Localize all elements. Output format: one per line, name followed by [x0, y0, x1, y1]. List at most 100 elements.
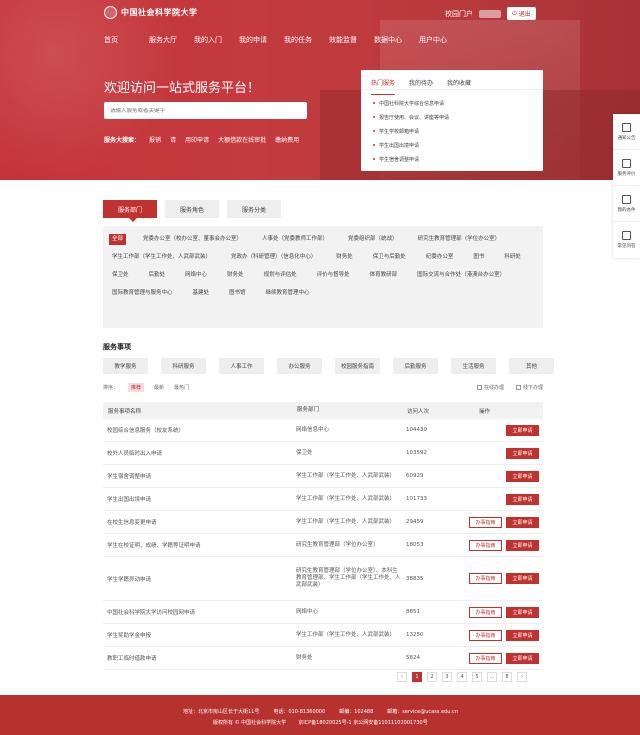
sort-option[interactable]: 推荐 [128, 383, 145, 392]
department-item[interactable]: 图书 [470, 252, 487, 263]
department-item[interactable]: 国际教育管理与服务中心 [109, 288, 176, 299]
apply-button[interactable]: 立即申请 [506, 493, 539, 505]
search-box[interactable] [104, 102, 307, 119]
user-name[interactable]: 校园门户 [445, 9, 473, 19]
department-item[interactable]: 网络中心 [182, 270, 210, 281]
footer-icp[interactable]: 京ICP备18020025号-1 京公网安备11011102001730号 [298, 719, 428, 726]
side-float-item[interactable]: 服务评价 [613, 150, 640, 186]
department-item[interactable]: 财务处 [333, 252, 356, 263]
hot-search-item[interactable]: 用印申请 [185, 135, 209, 144]
service-category-button[interactable]: 校园服务指南 [335, 358, 380, 374]
guide-button[interactable]: 办事指南 [469, 606, 502, 618]
panel-list-item[interactable]: 中国社科院大学综合信息申请 [373, 96, 531, 110]
search-input[interactable] [110, 107, 307, 114]
department-item[interactable]: 图书馆 [226, 288, 249, 299]
department-item[interactable]: 科研处 [501, 252, 524, 263]
apply-button[interactable]: 立即申请 [506, 652, 539, 664]
panel-list-item[interactable]: 学生出国出境申请 [373, 138, 531, 152]
panel-tab[interactable]: 我的收藏 [447, 78, 471, 89]
apply-button[interactable]: 立即申请 [506, 539, 539, 551]
service-name[interactable]: 学生奖助学金申报 [107, 631, 296, 639]
category-tab[interactable]: 服务角色 [165, 200, 219, 218]
department-item[interactable]: 研究生教育管理部（学位办公室） [415, 234, 504, 245]
page-button[interactable]: ‹ [397, 672, 407, 682]
panel-tab[interactable]: 热门服务 [371, 78, 396, 95]
guide-button[interactable]: 办事指南 [469, 629, 502, 641]
nav-item[interactable]: 服务大厅 [149, 35, 194, 45]
nav-item[interactable]: 我的申请 [239, 35, 284, 45]
filter-checkbox[interactable]: 在线办理 [476, 384, 504, 391]
department-item[interactable]: 党政办（科研管理）（信息化中心） [228, 252, 319, 263]
service-category-button[interactable]: 科研服务 [161, 358, 206, 374]
service-category-button[interactable]: 办公服务 [277, 358, 322, 374]
department-item[interactable]: 保卫处 [109, 270, 132, 281]
side-float-item[interactable]: 通知公告 [613, 114, 640, 150]
apply-button[interactable]: 立即申请 [506, 424, 539, 436]
category-tab[interactable]: 服务分类 [227, 200, 281, 218]
side-float-item[interactable]: 我的办件 [613, 186, 640, 222]
service-name[interactable]: 在校生信息变更申请 [107, 518, 296, 526]
nav-item[interactable]: 我的入门 [194, 35, 239, 45]
panel-list-item[interactable]: 学生宿舍调整申请 [373, 152, 531, 166]
hot-search-item[interactable]: 大额借款在线审批 [218, 135, 266, 144]
sort-option[interactable]: 最新 [154, 384, 164, 391]
department-item[interactable]: 纪委办公室 [423, 252, 457, 263]
apply-button[interactable]: 立即申请 [506, 470, 539, 482]
apply-button[interactable]: 立即申请 [506, 606, 539, 618]
department-item[interactable]: 体育教研部 [367, 270, 401, 281]
apply-button[interactable]: 立即申请 [506, 516, 539, 528]
nav-item[interactable]: 用户中心 [419, 35, 464, 45]
page-button[interactable]: › [517, 672, 527, 682]
page-button[interactable]: 8 [502, 672, 512, 682]
service-category-button[interactable]: 后勤服务 [393, 358, 438, 374]
category-tab[interactable]: 服务部门 [103, 200, 157, 218]
department-item[interactable]: 学生工作部（学生工作处、人武部武装） [109, 252, 214, 263]
filter-checkbox[interactable]: 线下办理 [515, 384, 543, 391]
page-button[interactable]: 2 [427, 672, 437, 682]
department-item[interactable]: 财务处 [224, 270, 247, 281]
nav-item[interactable]: 首页 [104, 35, 149, 45]
department-item[interactable]: 保卫与后勤处 [370, 252, 409, 263]
department-item[interactable]: 评价与督导处 [314, 270, 353, 281]
department-item[interactable]: 党委办公室（校办公室、董事会办公室） [140, 234, 245, 245]
page-button[interactable]: … [487, 672, 497, 682]
logo[interactable]: 中国社会科学院大学 [104, 6, 198, 19]
department-item[interactable]: 人事处（党委教师工作部） [259, 234, 331, 245]
department-item[interactable]: 后勤处 [146, 270, 169, 281]
service-name[interactable]: 校外人员临时出入申请 [107, 449, 296, 457]
service-name[interactable]: 学生学籍异动申请 [107, 575, 296, 583]
nav-item[interactable]: 数据中心 [374, 35, 419, 45]
service-name[interactable]: 中国社会科学院大学访问校园网申请 [107, 608, 296, 616]
page-button[interactable]: 3 [442, 672, 452, 682]
panel-tab[interactable]: 我的待办 [409, 78, 433, 89]
avatar[interactable] [479, 9, 501, 18]
service-name[interactable]: 学生在校证明、成绩、学籍等证明申请 [107, 541, 296, 549]
guide-button[interactable]: 办事指南 [469, 573, 502, 584]
panel-list-item[interactable]: 报告厅使用、会议、讲座等申请 [373, 110, 531, 124]
panel-list-item[interactable]: 学生学校邮箱申请 [373, 124, 531, 138]
department-item[interactable]: 规划与评估处 [261, 270, 300, 281]
service-name[interactable]: 校园综合信息服务（校友系统） [107, 426, 296, 434]
service-category-button[interactable]: 人事工作 [219, 358, 264, 374]
page-button[interactable]: 5 [472, 672, 482, 682]
service-name[interactable]: 学生出国出境申请 [107, 495, 296, 503]
department-item[interactable]: 全部 [109, 234, 127, 245]
department-item[interactable]: 党委组织部（统战） [345, 234, 401, 245]
hot-search-item[interactable]: 缴纳费用 [275, 135, 299, 144]
guide-button[interactable]: 办事指南 [469, 539, 502, 551]
apply-button[interactable]: 立即申请 [506, 573, 539, 584]
sort-option[interactable]: 最热门 [174, 384, 189, 391]
logout-button[interactable]: ⏻ 退出 [507, 7, 536, 20]
service-name[interactable]: 学生宿舍调整申请 [107, 472, 296, 480]
hot-search-item[interactable]: 请 [170, 135, 176, 144]
nav-item[interactable]: 效能监督 [329, 35, 374, 45]
service-name[interactable]: 教职工临时借款申请 [107, 654, 296, 662]
page-button[interactable]: 4 [457, 672, 467, 682]
department-item[interactable]: 国际交流与合作处（港澳台办公室） [414, 270, 508, 281]
service-category-button[interactable]: 教学服务 [103, 358, 148, 374]
page-button[interactable]: 1 [412, 672, 422, 682]
side-float-item[interactable]: 常见问答 [613, 222, 640, 258]
hot-search-item[interactable]: 报销 [149, 135, 161, 144]
service-category-button[interactable]: 其他 [509, 358, 554, 374]
guide-button[interactable]: 办事指南 [469, 516, 502, 528]
